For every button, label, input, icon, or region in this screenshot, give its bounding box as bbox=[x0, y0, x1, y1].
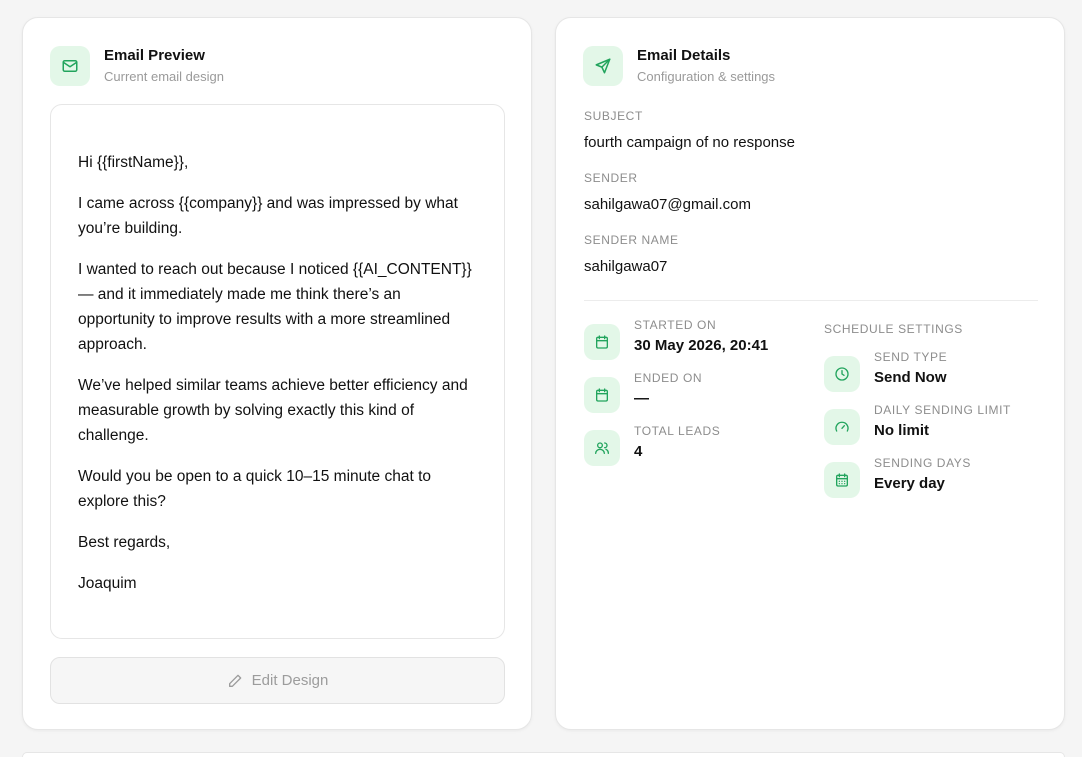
ended-on-label: ENDED ON bbox=[634, 371, 703, 385]
started-on-label: STARTED ON bbox=[634, 318, 717, 332]
send-type-stat: SEND TYPE Send Now bbox=[824, 350, 1011, 403]
email-details-subtitle: Configuration & settings bbox=[637, 69, 776, 84]
calendar-grid-icon bbox=[824, 462, 860, 498]
started-on-stat: STARTED ON 30 May 2026, 20:41 bbox=[584, 318, 768, 371]
email-preview-header: Email Preview Current email design bbox=[50, 46, 224, 86]
daily-limit-stat: DAILY SENDING LIMIT No limit bbox=[824, 403, 1011, 456]
sender-value: sahilgawa07@gmail.com bbox=[584, 196, 751, 213]
edit-design-label: Edit Design bbox=[251, 672, 329, 689]
sender-name-value: sahilgawa07 bbox=[584, 258, 668, 275]
subject-field: SUBJECT fourth campaign of no response bbox=[584, 109, 1038, 153]
details-fields: SUBJECT fourth campaign of no response S… bbox=[584, 109, 1038, 294]
send-type-label: SEND TYPE bbox=[874, 350, 948, 364]
total-leads-label: TOTAL LEADS bbox=[634, 424, 721, 438]
calendar-icon bbox=[584, 377, 620, 413]
mail-icon bbox=[50, 46, 90, 86]
calendar-icon bbox=[584, 324, 620, 360]
sending-days-value: Every day bbox=[874, 475, 945, 492]
send-icon bbox=[583, 46, 623, 86]
total-leads-stat: TOTAL LEADS 4 bbox=[584, 424, 768, 477]
details-divider bbox=[584, 300, 1038, 301]
email-details-card: Email Details Configuration & settings S… bbox=[555, 17, 1065, 730]
sending-days-label: SENDING DAYS bbox=[874, 456, 971, 470]
email-paragraph: Best regards, bbox=[78, 534, 171, 551]
email-preview-title: Email Preview bbox=[104, 47, 205, 64]
email-body-preview: Hi {{firstName}}, I came across {{compan… bbox=[50, 104, 505, 639]
sender-label: SENDER bbox=[584, 171, 638, 185]
started-on-value: 30 May 2026, 20:41 bbox=[634, 337, 769, 354]
email-paragraph: I came across {{company}} and was impres… bbox=[78, 195, 458, 237]
sender-field: SENDER sahilgawa07@gmail.com bbox=[584, 171, 1038, 215]
email-paragraph: Hi {{firstName}}, bbox=[78, 154, 189, 171]
users-icon bbox=[584, 430, 620, 466]
next-section-card bbox=[22, 752, 1065, 757]
pencil-icon bbox=[228, 674, 241, 687]
gauge-icon bbox=[824, 409, 860, 445]
email-paragraph: We’ve helped similar teams achieve bette… bbox=[78, 377, 468, 444]
schedule-settings: SCHEDULE SETTINGS SEND TYPE Send Now DAI… bbox=[824, 318, 1011, 509]
total-leads-value: 4 bbox=[634, 443, 643, 460]
ended-on-stat: ENDED ON — bbox=[584, 371, 768, 424]
sending-days-stat: SENDING DAYS Every day bbox=[824, 456, 1011, 509]
daily-limit-value: No limit bbox=[874, 422, 929, 439]
daily-limit-label: DAILY SENDING LIMIT bbox=[874, 403, 1011, 417]
subject-value: fourth campaign of no response bbox=[584, 134, 795, 151]
email-preview-subtitle: Current email design bbox=[104, 69, 224, 84]
email-paragraph: Would you be open to a quick 10–15 minut… bbox=[78, 468, 432, 510]
email-details-header: Email Details Configuration & settings bbox=[583, 46, 775, 86]
subject-label: SUBJECT bbox=[584, 109, 643, 123]
campaign-stats: STARTED ON 30 May 2026, 20:41 ENDED ON — bbox=[584, 318, 768, 477]
ended-on-value: — bbox=[634, 390, 649, 407]
edit-design-button[interactable]: Edit Design bbox=[50, 657, 505, 704]
email-paragraph: Joaquim bbox=[78, 575, 137, 592]
email-paragraph: I wanted to reach out because I noticed … bbox=[78, 261, 472, 353]
sender-name-field: SENDER NAME sahilgawa07 bbox=[584, 233, 1038, 277]
email-preview-card: Email Preview Current email design Hi {{… bbox=[22, 17, 532, 730]
email-details-title: Email Details bbox=[637, 47, 731, 64]
send-type-value: Send Now bbox=[874, 369, 947, 386]
schedule-settings-title: SCHEDULE SETTINGS bbox=[824, 322, 963, 336]
sender-name-label: SENDER NAME bbox=[584, 233, 679, 247]
clock-icon bbox=[824, 356, 860, 392]
